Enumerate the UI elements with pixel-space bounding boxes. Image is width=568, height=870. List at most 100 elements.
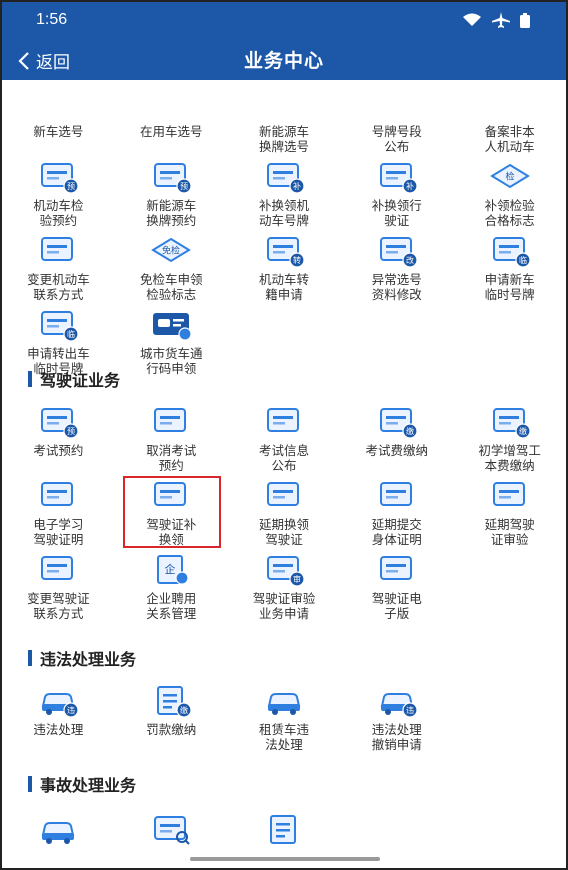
section-title-license: 驾驶证业务 xyxy=(28,367,120,391)
service-item[interactable]: 延期提交 身体证明 xyxy=(340,479,453,553)
service-item[interactable]: 违违法处理 xyxy=(2,684,115,758)
svg-text:预: 预 xyxy=(180,181,188,191)
service-item-label: 企业聘用 关系管理 xyxy=(146,591,197,621)
svg-text:转: 转 xyxy=(293,255,301,265)
battery-icon xyxy=(520,12,530,28)
violation-icon: 违 xyxy=(42,693,79,718)
e-license-icon xyxy=(379,556,412,580)
service-item-label: 在用车选号 xyxy=(139,124,203,139)
check-appointment-icon: 预 xyxy=(41,163,79,194)
service-item-label: 新能源车 换牌选号 xyxy=(258,124,309,154)
service-item[interactable]: 转机动车转 籍申请 xyxy=(228,234,341,308)
service-item[interactable]: 缴罚款缴纳 xyxy=(115,684,228,758)
violation-service-grid: 违违法处理缴罚款缴纳 租赁车违 法处理违违法处理 撤销申请 xyxy=(2,684,566,758)
svg-text:改: 改 xyxy=(406,255,414,265)
vehicle-service-grid: 新车选号 在用车选号 新能源车 换牌选号 号牌号段 公布 备案非本 人机动车预机动车检 … xyxy=(2,86,566,382)
service-item[interactable]: 取消考试 预约 xyxy=(115,405,228,479)
delay-renew-icon xyxy=(266,482,299,506)
service-item-label: 备案非本 人机动车 xyxy=(484,124,535,154)
service-item[interactable]: 备案非本 人机动车 xyxy=(453,86,566,160)
service-item-label: 违法处理 xyxy=(33,722,84,737)
service-item[interactable]: 电子学习 驾驶证明 xyxy=(2,479,115,553)
audit-apply-icon: 审 xyxy=(266,556,305,587)
svg-text:缴: 缴 xyxy=(180,705,188,715)
app-header: 1:56 返回 业务中心 xyxy=(2,2,566,80)
service-item[interactable]: 变更机动车 联系方式 xyxy=(2,234,115,308)
service-item[interactable]: 新车选号 xyxy=(2,86,115,160)
service-item-label: 补领检验 合格标志 xyxy=(484,198,535,228)
service-item[interactable]: 预新能源车 换牌预约 xyxy=(115,160,228,234)
service-item[interactable]: 临申请新车 临时号牌 xyxy=(453,234,566,308)
license-replace-icon: 补 xyxy=(379,163,418,194)
service-item[interactable]: 补补换领行 驶证 xyxy=(340,160,453,234)
e-study-icon xyxy=(41,482,74,506)
airplane-icon xyxy=(492,12,510,28)
service-item[interactable] xyxy=(2,813,115,868)
service-item[interactable]: 在用车选号 xyxy=(115,86,228,160)
service-item-label: 新能源车 换牌预约 xyxy=(146,198,197,228)
service-item-label: 变更驾驶证 联系方式 xyxy=(27,591,90,621)
service-item[interactable]: 免检 免检车申领 检验标志 xyxy=(115,234,228,308)
service-item[interactable]: 考试信息 公布 xyxy=(228,405,341,479)
service-item-label: 机动车转 籍申请 xyxy=(258,272,309,302)
service-item[interactable]: 号牌号段 公布 xyxy=(340,86,453,160)
service-list[interactable]: 新车选号 在用车选号 新能源车 换牌选号 号牌号段 公布 备案非本 人机动车预机动车检 … xyxy=(2,80,566,868)
service-item[interactable]: 新能源车 换牌选号 xyxy=(228,86,341,160)
temp-plate-new-icon: 临 xyxy=(492,237,531,268)
svg-text:企: 企 xyxy=(165,562,176,576)
service-item[interactable]: 缴初学增驾工 本费缴纳 xyxy=(453,405,566,479)
health-proof-icon xyxy=(379,482,412,506)
svg-text:补: 补 xyxy=(406,181,414,191)
license-contact-icon xyxy=(41,556,74,580)
svg-text:临: 临 xyxy=(519,255,527,265)
exam-fee-icon: 缴 xyxy=(379,408,418,439)
section-title-text: 事故处理业务 xyxy=(40,776,137,795)
service-item[interactable]: 缴考试费缴纳 xyxy=(340,405,453,479)
service-item[interactable]: 租赁车违 法处理 xyxy=(228,684,341,758)
svg-text:临: 临 xyxy=(67,329,75,339)
service-item-label: 延期换领 驾驶证 xyxy=(258,517,309,547)
service-item-label: 驾驶证补 换领 xyxy=(146,517,197,547)
svg-text:免检: 免检 xyxy=(162,245,180,257)
service-item[interactable]: 驾驶证电 子版 xyxy=(340,553,453,627)
service-item-label: 申请新车 临时号牌 xyxy=(484,272,535,302)
service-item-label: 初学增驾工 本费缴纳 xyxy=(478,443,541,473)
service-item[interactable]: 预机动车检 验预约 xyxy=(2,160,115,234)
service-item[interactable]: 改异常选号 资料修改 xyxy=(340,234,453,308)
service-item[interactable]: 违违法处理 撤销申请 xyxy=(340,684,453,758)
service-item[interactable]: 预考试预约 xyxy=(2,405,115,479)
company-hire-icon: 企 xyxy=(157,555,189,585)
svg-text:预: 预 xyxy=(67,181,75,191)
service-item[interactable]: 变更驾驶证 联系方式 xyxy=(2,553,115,627)
service-item-label: 违法处理 撤销申请 xyxy=(371,722,422,752)
section-title-text: 违法处理业务 xyxy=(40,650,137,669)
service-item[interactable]: 延期驾驶 证审验 xyxy=(453,479,566,553)
delay-audit-icon xyxy=(492,482,525,506)
service-item[interactable]: 审驾驶证审验 业务申请 xyxy=(228,553,341,627)
exam-info-icon xyxy=(266,408,299,432)
service-item-label: 租赁车违 法处理 xyxy=(258,722,309,752)
service-item-label: 城市货车通 行码申领 xyxy=(139,346,203,376)
service-item[interactable]: 延期换领 驾驶证 xyxy=(228,479,341,553)
service-item-label: 取消考试 预约 xyxy=(146,443,197,473)
service-item[interactable]: 检补领检验 合格标志 xyxy=(453,160,566,234)
status-time: 1:56 xyxy=(36,11,68,28)
service-item[interactable]: 驾驶证补 换领 xyxy=(115,479,228,553)
wifi-icon xyxy=(463,13,481,26)
transfer-icon: 转 xyxy=(266,237,305,268)
service-item-label: 新车选号 xyxy=(33,124,84,139)
service-item-label: 号牌号段 公布 xyxy=(371,124,422,154)
section-bar xyxy=(28,776,32,792)
service-item[interactable]: 补补换领机 动车号牌 xyxy=(228,160,341,234)
svg-text:检: 检 xyxy=(505,171,514,183)
service-item-label: 机动车检 验预约 xyxy=(33,198,84,228)
fine-pay-icon: 缴 xyxy=(157,686,192,718)
service-item-label: 考试信息 公布 xyxy=(258,443,309,473)
service-item-label: 罚款缴纳 xyxy=(146,722,197,737)
cost-fee-icon: 缴 xyxy=(492,408,531,439)
service-item[interactable]: 企企业聘用 关系管理 xyxy=(115,553,228,627)
exempt-mark-icon: 免检 xyxy=(151,237,192,263)
section-bar xyxy=(28,371,32,387)
home-indicator[interactable] xyxy=(190,857,380,861)
service-item[interactable]: 城市货车通 行码申领 xyxy=(115,308,228,382)
